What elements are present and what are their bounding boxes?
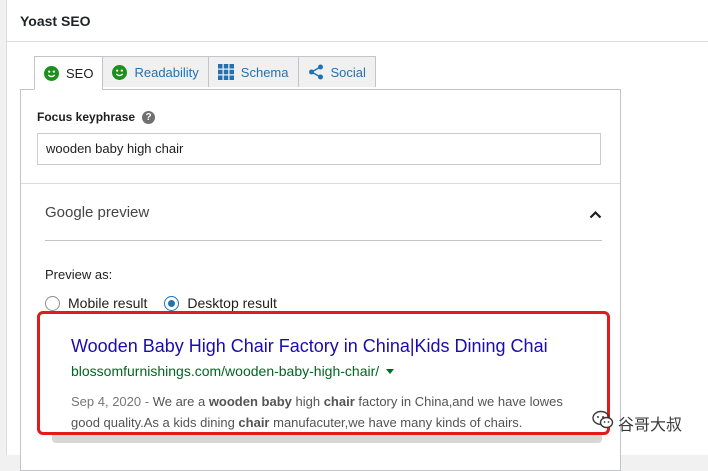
tab-social[interactable]: Social xyxy=(297,56,376,87)
google-preview-title[interactable]: Google preview xyxy=(45,204,149,221)
wechat-logo-icon xyxy=(592,410,614,435)
divider xyxy=(7,41,708,42)
smiley-green-icon xyxy=(44,65,59,81)
divider xyxy=(21,183,620,184)
desktop-result-label[interactable]: Desktop result xyxy=(187,295,276,311)
focus-keyphrase-text: Focus keyphrase xyxy=(37,110,136,124)
mobile-result-radio[interactable] xyxy=(45,295,60,311)
share-icon xyxy=(308,64,324,80)
focus-keyphrase-label: Focus keyphrase ? xyxy=(37,110,156,124)
tab-seo[interactable]: SEO xyxy=(34,56,104,90)
horizontal-scrollbar[interactable] xyxy=(52,434,602,443)
preview-as-label: Preview as: xyxy=(45,267,113,282)
tab-label: SEO xyxy=(66,65,94,81)
tab-readability[interactable]: Readability xyxy=(102,56,209,87)
red-highlight-box xyxy=(37,311,610,435)
tab-schema[interactable]: Schema xyxy=(207,56,299,87)
divider xyxy=(45,240,602,241)
tab-label: Readability xyxy=(134,64,199,80)
desktop-result-radio[interactable] xyxy=(164,295,180,311)
preview-mode-radio-group: Mobile result Desktop result xyxy=(45,295,294,311)
panel-title: Yoast SEO xyxy=(20,13,91,29)
grid-icon xyxy=(217,64,234,80)
watermark: 谷哥大叔 xyxy=(592,410,682,435)
tab-label: Social xyxy=(330,64,366,80)
tab-label: Schema xyxy=(240,64,289,80)
chevron-up-icon[interactable] xyxy=(589,206,602,224)
tab-bar: SEO Readability Schema Social xyxy=(34,56,376,90)
focus-keyphrase-input[interactable]: wooden baby high chair xyxy=(37,133,601,165)
help-icon[interactable]: ? xyxy=(142,110,156,124)
mobile-result-label[interactable]: Mobile result xyxy=(68,295,147,311)
smiley-green-icon xyxy=(112,64,128,80)
watermark-text: 谷哥大叔 xyxy=(618,416,683,434)
